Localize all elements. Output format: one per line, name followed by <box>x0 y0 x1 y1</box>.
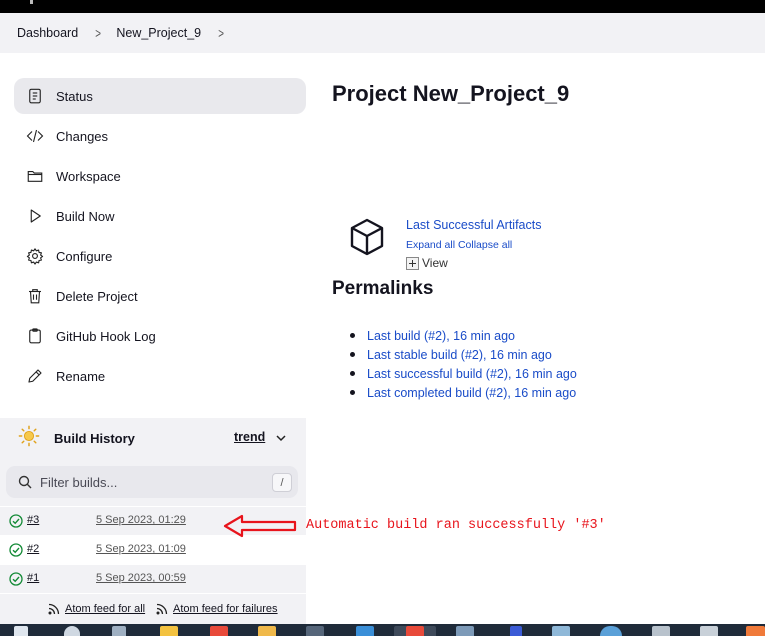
rss-icon <box>156 603 168 615</box>
expand-plus-icon[interactable] <box>406 256 419 270</box>
trend-link[interactable]: trend <box>234 430 265 444</box>
permalinks-list: Last build (#2), 16 min ago Last stable … <box>350 326 577 402</box>
task-label: Rename <box>56 368 106 384</box>
build-filter-container: / <box>0 458 306 506</box>
permalink-last-build[interactable]: Last build (#2), 16 min ago <box>350 326 577 345</box>
annotation-arrow-icon <box>223 514 297 538</box>
annotation-text: Automatic build ran successfully '#3' <box>306 518 606 533</box>
feed-all-label: Atom feed for all <box>65 603 146 615</box>
build-number-link[interactable]: #1 <box>27 572 39 584</box>
build-row[interactable]: #2 5 Sep 2023, 01:09 <box>0 535 306 564</box>
task-label: Build Now <box>56 208 115 224</box>
weather-sun-icon <box>18 425 40 452</box>
task-rename[interactable]: Rename <box>14 358 306 394</box>
app-icon[interactable] <box>746 626 765 636</box>
rss-icon <box>48 603 60 615</box>
app-icon[interactable] <box>456 626 474 636</box>
search-icon <box>18 475 32 489</box>
gear-icon <box>25 246 45 266</box>
build-date-link[interactable]: 5 Sep 2023, 01:29 <box>96 514 186 526</box>
keyboard-shortcut-hint: / <box>272 473 292 492</box>
app-icon[interactable] <box>600 626 622 636</box>
side-panel-tasks: Status Changes Workspace Build Now Confi… <box>14 78 306 398</box>
app-icon[interactable] <box>306 626 324 636</box>
pencil-icon <box>25 366 45 386</box>
build-date-link[interactable]: 5 Sep 2023, 01:09 <box>96 543 186 555</box>
clipboard-icon <box>25 326 45 346</box>
app-icon[interactable] <box>700 626 718 636</box>
breadcrumb-dashboard[interactable]: Dashboard <box>17 26 78 40</box>
feed-all-link[interactable]: Atom feed for all <box>48 603 145 615</box>
task-view-icon[interactable] <box>112 626 126 636</box>
build-filter-input[interactable] <box>40 474 260 490</box>
top-bar-glyph <box>30 0 33 4</box>
build-date-link[interactable]: 5 Sep 2023, 00:59 <box>96 572 186 584</box>
permalinks-heading: Permalinks <box>332 278 434 299</box>
artifact-tree-controls: Expand all Collapse all <box>406 239 512 251</box>
collapse-all-link[interactable]: Collapse all <box>458 239 512 251</box>
code-icon <box>25 126 45 146</box>
start-icon[interactable] <box>14 626 28 636</box>
expand-all-link[interactable]: Expand all <box>406 239 455 251</box>
artifact-view-label: View <box>422 256 448 270</box>
app-icon[interactable] <box>258 626 276 636</box>
feed-failures-label: Atom feed for failures <box>173 603 278 615</box>
build-row[interactable]: #1 5 Sep 2023, 00:59 <box>0 564 306 593</box>
breadcrumb-dropdown-chevron-icon[interactable]: > <box>218 25 224 41</box>
build-history-header: Build History trend <box>0 418 306 458</box>
task-github-hook-log[interactable]: GitHub Hook Log <box>14 318 306 354</box>
build-number-link[interactable]: #3 <box>27 514 39 526</box>
search-icon[interactable] <box>64 626 80 636</box>
chrome-icon[interactable] <box>406 626 424 636</box>
file-explorer-icon[interactable] <box>160 626 178 636</box>
os-taskbar <box>0 624 765 636</box>
breadcrumb-separator-icon: > <box>95 25 102 41</box>
folder-icon <box>25 166 45 186</box>
task-status[interactable]: Status <box>14 78 306 114</box>
task-build-now[interactable]: Build Now <box>14 198 306 234</box>
task-label: Workspace <box>56 168 121 184</box>
task-label: GitHub Hook Log <box>56 328 156 344</box>
chevron-down-icon[interactable] <box>275 432 287 444</box>
trash-icon <box>25 286 45 306</box>
task-label: Status <box>56 88 93 104</box>
atom-feeds: Atom feed for all Atom feed for failures <box>0 594 306 624</box>
success-check-icon <box>9 514 23 528</box>
success-check-icon <box>9 572 23 586</box>
app-icon[interactable] <box>510 626 522 636</box>
app-icon[interactable] <box>210 626 228 636</box>
document-icon <box>25 86 45 106</box>
task-workspace[interactable]: Workspace <box>14 158 306 194</box>
breadcrumb: Dashboard > New_Project_9 > <box>0 13 765 53</box>
build-filter-box: / <box>6 466 298 498</box>
success-check-icon <box>9 543 23 557</box>
task-configure[interactable]: Configure <box>14 238 306 274</box>
task-label: Delete Project <box>56 288 138 304</box>
browser-top-bar <box>0 0 765 13</box>
build-history-title: Build History <box>54 430 135 446</box>
task-delete-project[interactable]: Delete Project <box>14 278 306 314</box>
build-number-link[interactable]: #2 <box>27 543 39 555</box>
permalink-last-stable-build[interactable]: Last stable build (#2), 16 min ago <box>350 345 577 364</box>
task-changes[interactable]: Changes <box>14 118 306 154</box>
artifact-view-node[interactable]: View <box>406 256 448 270</box>
play-icon <box>25 206 45 226</box>
page-title: Project New_Project_9 <box>332 81 570 106</box>
permalink-last-completed-build[interactable]: Last completed build (#2), 16 min ago <box>350 383 577 402</box>
feed-failures-link[interactable]: Atom feed for failures <box>156 603 278 615</box>
package-box-icon <box>350 218 384 256</box>
breadcrumb-project[interactable]: New_Project_9 <box>116 26 201 40</box>
task-label: Configure <box>56 248 113 264</box>
permalink-last-successful-build[interactable]: Last successful build (#2), 16 min ago <box>350 364 577 383</box>
app-icon[interactable] <box>356 626 374 636</box>
app-icon[interactable] <box>652 626 670 636</box>
last-successful-artifacts-link[interactable]: Last Successful Artifacts <box>406 218 541 232</box>
app-icon[interactable] <box>552 626 570 636</box>
task-label: Changes <box>56 128 109 144</box>
